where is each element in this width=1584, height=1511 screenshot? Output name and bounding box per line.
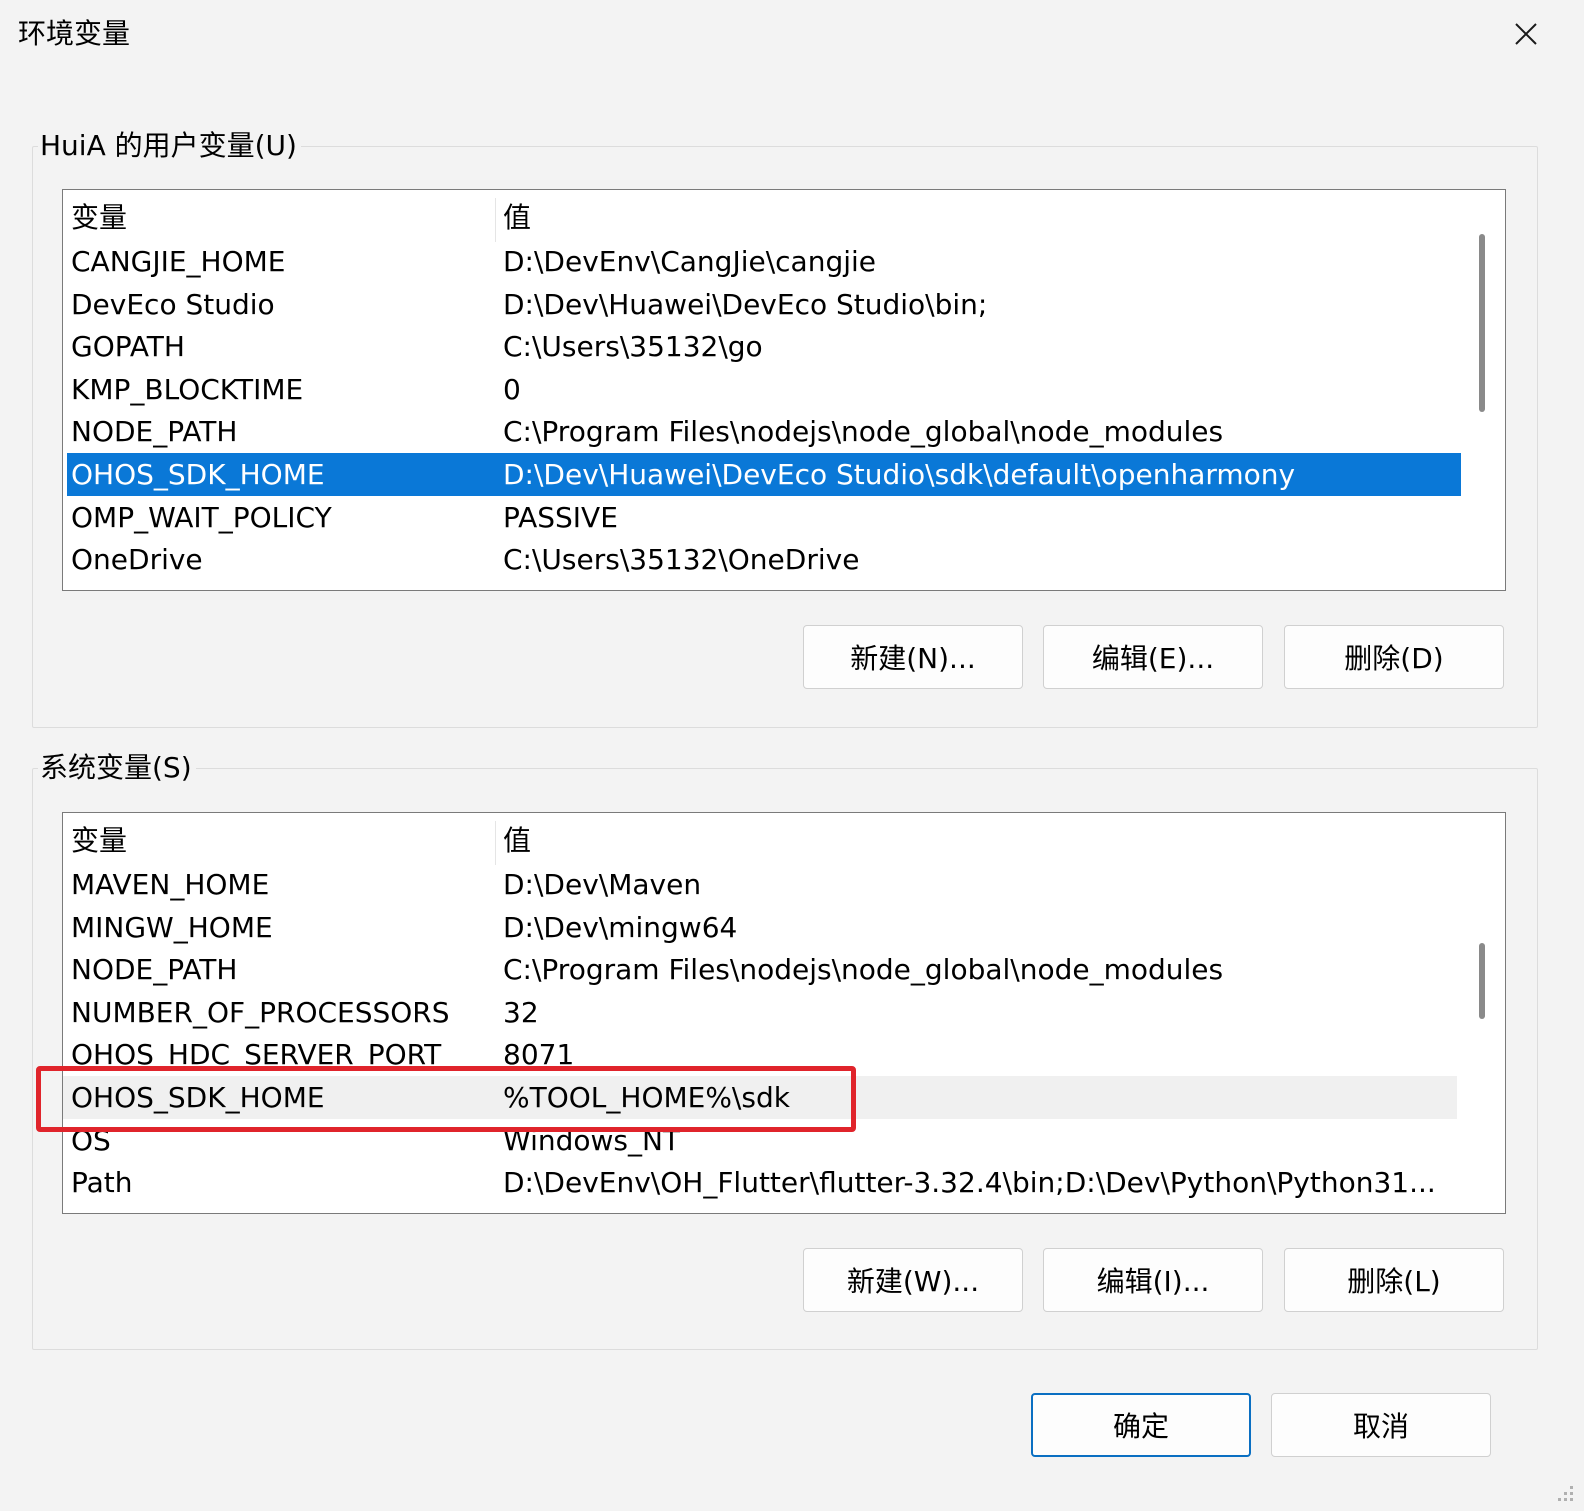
variable-value-cell: %TOOL_HOME%\sdk bbox=[503, 1081, 790, 1114]
variable-value-cell: 32 bbox=[503, 995, 539, 1029]
variable-name-cell: Path bbox=[71, 1166, 133, 1200]
variable-name-cell: NUMBER_OF_PROCESSORS bbox=[71, 995, 450, 1029]
variable-name-cell: OHOS_SDK_HOME bbox=[71, 1081, 325, 1114]
variable-name-cell: MAVEN_HOME bbox=[71, 868, 270, 901]
variable-name-cell: KMP_BLOCKTIME bbox=[71, 372, 304, 406]
column-header-variable[interactable]: 变量 bbox=[71, 819, 491, 862]
system-variables-scrollbar[interactable] bbox=[1461, 813, 1505, 1213]
variable-name-cell: NODE_PATH bbox=[71, 415, 238, 449]
table-row[interactable]: OneDrive C:\Users\35132\OneDrive bbox=[63, 538, 1461, 581]
user-variables-label: HuiA 的用户变量(U) bbox=[38, 128, 301, 164]
close-button[interactable] bbox=[1500, 12, 1552, 56]
variable-value-cell: D:\DevEnv\CangJie\cangjie bbox=[503, 245, 877, 278]
title-bar: 环境变量 bbox=[0, 0, 1584, 70]
variable-name-cell: GOPATH bbox=[71, 330, 185, 364]
list-header: 变量 值 bbox=[63, 817, 1463, 865]
list-header: 变量 值 bbox=[63, 194, 1463, 242]
user-variables-list[interactable]: 变量 值 CANGJIE_HOME D:\DevEnv\CangJie\cangj… bbox=[62, 189, 1506, 591]
variable-value-cell: D:\Dev\Huawei\DevEco Studio\sdk\default\… bbox=[503, 458, 1296, 491]
column-divider[interactable] bbox=[495, 198, 496, 242]
table-row[interactable]: MINGW_HOME D:\Dev\mingw64 bbox=[63, 906, 1461, 949]
variable-value-cell: D:\DevEnv\OH_Flutter\flutter-3.32.4\bin;… bbox=[503, 1166, 1436, 1200]
table-row[interactable]: GOPATH C:\Users\35132\go bbox=[63, 325, 1461, 368]
variable-value-cell: C:\Users\35132\OneDrive bbox=[503, 543, 860, 577]
variable-name-cell: OneDrive bbox=[71, 543, 203, 577]
user-variables-scrollbar[interactable] bbox=[1461, 190, 1505, 590]
variable-value-cell: 8071 bbox=[503, 1038, 575, 1072]
variable-name-cell: OHOS_HDC_SERVER_PORT bbox=[71, 1038, 442, 1072]
user-edit-button[interactable]: 编辑(E)... bbox=[1043, 625, 1263, 689]
column-divider[interactable] bbox=[495, 821, 496, 865]
system-variables-list[interactable]: 变量 值 MAVEN_HOME D:\Dev\Maven MINGW_HOME D:\… bbox=[62, 812, 1506, 1214]
variable-value-cell: Windows_NT bbox=[503, 1123, 681, 1157]
table-row[interactable]: NODE_PATH C:\Program Files\nodejs\node_gl… bbox=[63, 948, 1461, 991]
ok-button[interactable]: 确定 bbox=[1031, 1393, 1251, 1457]
variable-value-cell: D:\Dev\Huawei\DevEco Studio\bin; bbox=[503, 287, 988, 321]
variable-name-cell: DevEco Studio bbox=[71, 287, 275, 321]
table-row[interactable]: OMP_WAIT_POLICY PASSIVE bbox=[63, 496, 1461, 539]
variable-value-cell: 0 bbox=[503, 372, 521, 406]
variable-value-cell: D:\Dev\Maven bbox=[503, 868, 702, 901]
table-row[interactable]: Path D:\DevEnv\OH_Flutter\flutter-3.32.4\… bbox=[63, 1161, 1461, 1204]
variable-value-cell: D:\Dev\mingw64 bbox=[503, 910, 738, 944]
table-row[interactable]: NODE_PATH C:\Program Files\nodejs\node_gl… bbox=[63, 410, 1461, 453]
close-icon bbox=[1515, 23, 1537, 45]
column-header-variable[interactable]: 变量 bbox=[71, 196, 491, 239]
variable-value-cell: C:\Program Files\nodejs\node_global\node… bbox=[503, 953, 1224, 987]
variable-name-cell: OS bbox=[71, 1123, 111, 1157]
user-delete-button[interactable]: 删除(D) bbox=[1284, 625, 1504, 689]
variable-name-cell: OMP_WAIT_POLICY bbox=[71, 500, 332, 534]
window-title: 环境变量 bbox=[18, 17, 131, 50]
table-row[interactable]: MAVEN_HOME D:\Dev\Maven bbox=[63, 863, 1461, 906]
table-row[interactable]: OHOS_SDK_HOME %TOOL_HOME%\sdk bbox=[63, 1076, 1457, 1119]
table-row[interactable]: NUMBER_OF_PROCESSORS 32 bbox=[63, 991, 1461, 1034]
system-edit-button[interactable]: 编辑(I)... bbox=[1043, 1248, 1263, 1312]
variable-value-cell: PASSIVE bbox=[503, 500, 618, 534]
scroll-thumb[interactable] bbox=[1479, 234, 1485, 412]
cancel-button[interactable]: 取消 bbox=[1271, 1393, 1491, 1457]
variable-value-cell: C:\Program Files\nodejs\node_global\node… bbox=[503, 415, 1224, 449]
column-header-value[interactable]: 值 bbox=[503, 819, 1463, 862]
system-new-button[interactable]: 新建(W)... bbox=[803, 1248, 1023, 1312]
column-header-value[interactable]: 值 bbox=[503, 196, 1463, 239]
variable-name-cell: CANGJIE_HOME bbox=[71, 245, 286, 278]
table-row[interactable]: CANGJIE_HOME D:\DevEnv\CangJie\cangjie bbox=[63, 240, 1461, 283]
scroll-thumb[interactable] bbox=[1479, 943, 1485, 1019]
variable-name-cell: NODE_PATH bbox=[71, 953, 238, 987]
variable-value-cell: C:\Users\35132\go bbox=[503, 330, 763, 364]
system-delete-button[interactable]: 删除(L) bbox=[1284, 1248, 1504, 1312]
table-row[interactable]: OHOS_HDC_SERVER_PORT 8071 bbox=[63, 1033, 1461, 1076]
table-row[interactable]: KMP_BLOCKTIME 0 bbox=[63, 368, 1461, 411]
variable-name-cell: OHOS_SDK_HOME bbox=[71, 458, 325, 491]
table-row[interactable]: DevEco Studio D:\Dev\Huawei\DevEco Studio… bbox=[63, 283, 1461, 326]
resize-grip-icon[interactable] bbox=[1546, 1474, 1576, 1504]
system-variables-label: 系统变量(S) bbox=[38, 750, 196, 786]
table-row[interactable]: OHOS_SDK_HOME D:\Dev\Huawei\DevEco Studio… bbox=[67, 453, 1461, 496]
table-row[interactable]: OS Windows_NT bbox=[63, 1119, 1461, 1162]
user-new-button[interactable]: 新建(N)... bbox=[803, 625, 1023, 689]
variable-name-cell: MINGW_HOME bbox=[71, 910, 273, 944]
